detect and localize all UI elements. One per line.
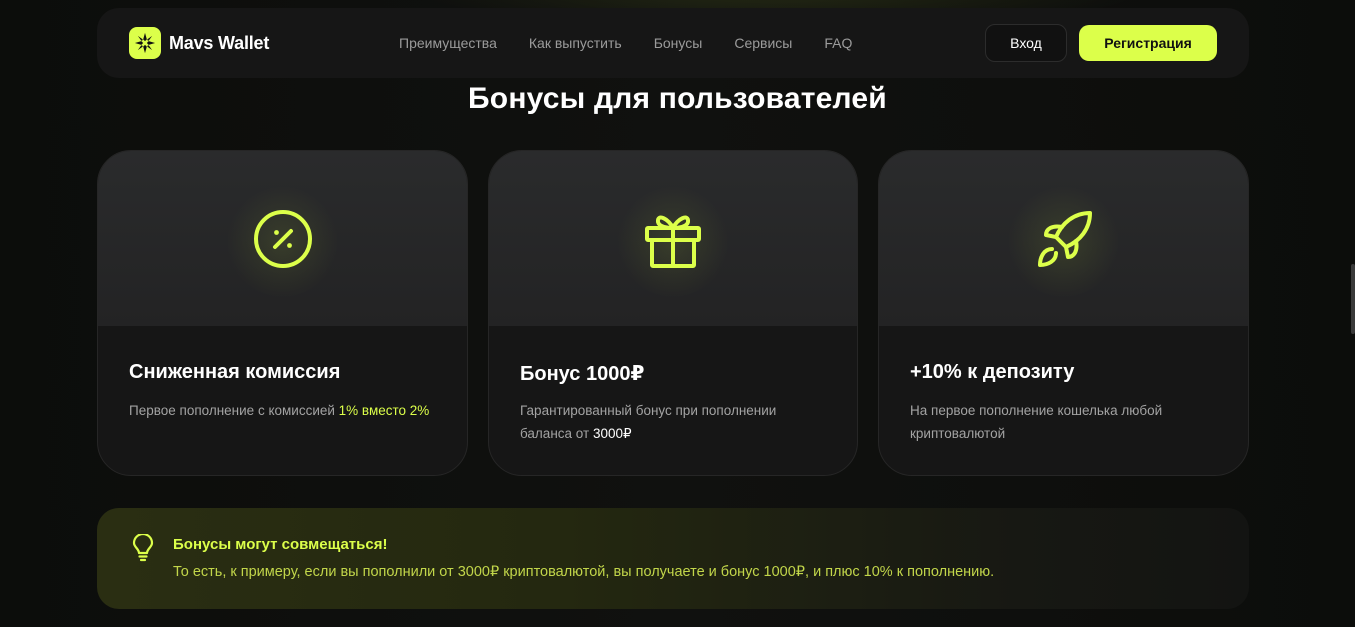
logo-text: Mavs Wallet xyxy=(169,32,270,53)
card-title: Сниженная комиссия xyxy=(129,361,341,383)
card-title: +10% к депозиту xyxy=(910,361,1075,383)
gift-icon xyxy=(645,215,701,268)
card-description: На первое пополнение кошелька любой крип… xyxy=(910,403,1163,441)
logo[interactable]: Mavs Wallet xyxy=(129,27,269,59)
page-scrollbar[interactable] xyxy=(1351,264,1355,334)
card-description: Гарантированный бонус при пополнении бал… xyxy=(520,403,777,441)
main-nav: Преимущества Как выпустить Бонусы Сервис… xyxy=(399,35,852,51)
nav-item-advantages[interactable]: Преимущества xyxy=(399,35,497,51)
logo-mark-icon xyxy=(129,27,161,59)
card-description-highlight: 3000₽ xyxy=(592,426,632,441)
lightbulb-icon xyxy=(132,534,154,562)
card-icon-area xyxy=(879,151,1248,326)
card-description: Первое пополнение с комиссией 1% вместо … xyxy=(129,403,430,418)
card-description-highlight: 1% вместо 2% xyxy=(338,403,430,418)
login-button[interactable]: Вход xyxy=(985,24,1067,62)
notice-text: То есть, к примеру, если вы пополнили от… xyxy=(173,564,995,580)
rocket-icon xyxy=(1037,211,1092,267)
card-icon-area xyxy=(98,151,467,326)
percent-icon xyxy=(253,210,312,268)
nav-item-services[interactable]: Сервисы xyxy=(734,35,792,51)
card-icon-area xyxy=(489,151,857,326)
section-title: Бонусы для пользователей xyxy=(468,82,887,115)
bonus-card-deposit: +10% к депозиту На первое пополнение кош… xyxy=(878,150,1249,476)
register-button[interactable]: Регистрация xyxy=(1079,25,1217,61)
nav-item-bonuses[interactable]: Бонусы xyxy=(654,35,703,51)
bonus-notice-banner: Бонусы могут совмещаться! То есть, к при… xyxy=(97,508,1249,609)
bonus-card-1000: Бонус 1000₽ Гарантированный бонус при по… xyxy=(488,150,858,476)
notice-title: Бонусы могут совмещаться! xyxy=(173,536,388,553)
nav-item-how-to-issue[interactable]: Как выпустить xyxy=(529,35,622,51)
site-header: Mavs Wallet Преимущества Как выпустить Б… xyxy=(97,8,1249,78)
nav-item-faq[interactable]: FAQ xyxy=(824,35,852,51)
card-title: Бонус 1000₽ xyxy=(520,363,645,385)
bonus-card-commission: Сниженная комиссия Первое пополнение с к… xyxy=(97,150,468,476)
